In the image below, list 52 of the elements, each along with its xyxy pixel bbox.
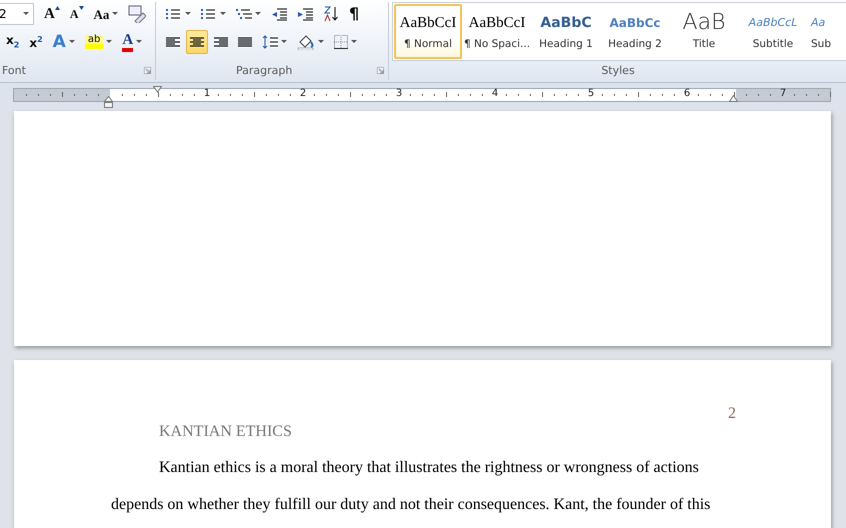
ruler-number: 4	[491, 88, 499, 99]
style-item[interactable]: AaBbCcI ¶ No Spaci...	[463, 4, 531, 59]
style-item[interactable]: AaBbCc Heading 2	[601, 4, 669, 59]
increase-indent-icon	[297, 8, 313, 20]
numbered-list-icon	[201, 8, 217, 20]
ruler-number: 7	[779, 88, 787, 99]
ruler[interactable]: 1 2 3 4 5 6 7	[13, 88, 831, 102]
page-number: 2	[728, 405, 736, 423]
shrink-font-button[interactable]: A	[66, 2, 88, 26]
superscript-button[interactable]: x$^{2}$	[25, 30, 47, 54]
text-effects-button[interactable]: A	[48, 30, 79, 54]
align-left-icon	[166, 36, 180, 48]
style-item[interactable]: AaBbCcL Subtitle	[739, 4, 807, 59]
style-item[interactable]: AaB Title	[670, 4, 738, 59]
line-spacing-icon	[262, 35, 278, 49]
group-label: Font	[2, 64, 26, 76]
justify-icon	[238, 36, 252, 48]
show-formatting-button[interactable]: ¶	[345, 2, 364, 26]
style-item[interactable]: AaBbC Heading 1	[532, 4, 600, 59]
group-label: Paragraph	[236, 64, 292, 76]
ruler-number: 6	[683, 88, 691, 99]
indent-marker-icon[interactable]	[104, 96, 113, 108]
grow-font-button[interactable]: A	[40, 2, 64, 26]
borders-icon	[334, 35, 348, 49]
right-indent-icon[interactable]	[729, 95, 738, 102]
align-right-icon	[214, 36, 228, 48]
align-center-icon	[190, 36, 204, 48]
group-label: Styles	[601, 64, 635, 77]
body-paragraph: Kantian ethics is a moral theory that illustrates the rightness or wrongness of actions depends on whether they fulfill our duty and not their consequences. Kant, the founder of this	[111, 458, 712, 515]
ruler-number: 1	[203, 88, 211, 99]
sort-icon	[323, 6, 339, 22]
first-line-indent-icon[interactable]	[153, 86, 162, 93]
font-size-field[interactable]: 2	[0, 3, 34, 25]
down-triangle-icon	[78, 6, 84, 10]
ruler-number: 5	[587, 88, 595, 99]
bullet-list-icon	[166, 8, 182, 20]
ruler-number: 2	[299, 88, 307, 99]
paint-bucket-icon	[297, 34, 315, 50]
ruler-number: 3	[395, 88, 403, 99]
align-center-button[interactable]	[186, 30, 208, 54]
running-head: KANTIAN ETHICS	[159, 423, 293, 441]
highlight-button[interactable]: ab	[80, 30, 116, 54]
caret-icon	[23, 12, 29, 16]
eraser-icon	[128, 5, 146, 23]
up-triangle-icon	[54, 6, 60, 10]
multilevel-list-icon	[236, 8, 252, 20]
style-item[interactable]: AaBbCcI ¶ Normal	[394, 4, 462, 59]
style-item[interactable]: Aa Sub	[808, 4, 832, 59]
decrease-indent-icon	[271, 8, 287, 20]
subscript-button[interactable]: x$_{2}$	[2, 30, 24, 54]
change-case-button[interactable]: Aa	[90, 2, 122, 26]
font-color-button[interactable]: A	[118, 30, 146, 54]
